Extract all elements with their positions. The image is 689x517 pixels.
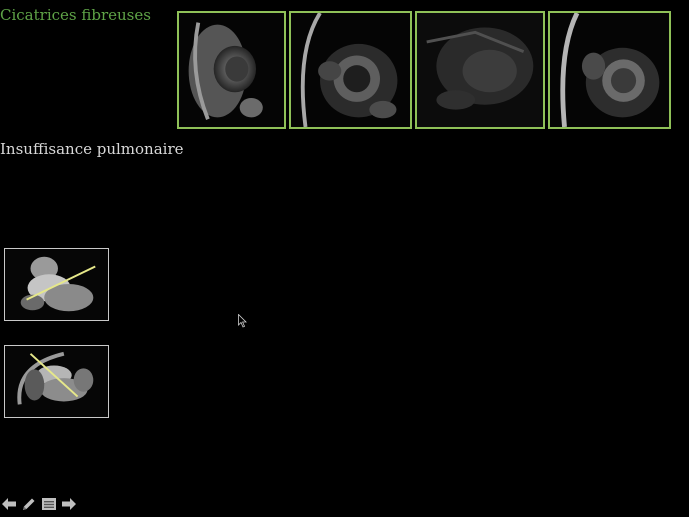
- pen-icon[interactable]: [20, 496, 38, 512]
- heading-insuffisance-pulmonaire: Insuffisance pulmonaire: [0, 140, 184, 158]
- arrow-right-icon[interactable]: [60, 496, 78, 512]
- heading-cicatrices-fibreuses: Cicatrices fibreuses: [0, 6, 151, 24]
- menu-icon[interactable]: [40, 496, 58, 512]
- mri-panel-4: [548, 11, 671, 129]
- slide-navigation-bar: [0, 496, 78, 512]
- mouse-cursor-icon: [238, 313, 247, 328]
- arrow-left-icon[interactable]: [0, 496, 18, 512]
- mri-panel-1: [177, 11, 286, 129]
- mri-panel-2: [289, 11, 412, 129]
- mri-panel-3: [415, 11, 545, 129]
- mri-thumbnail-outflow[interactable]: [4, 248, 109, 321]
- mri-thumbnail-oblique[interactable]: [4, 345, 109, 418]
